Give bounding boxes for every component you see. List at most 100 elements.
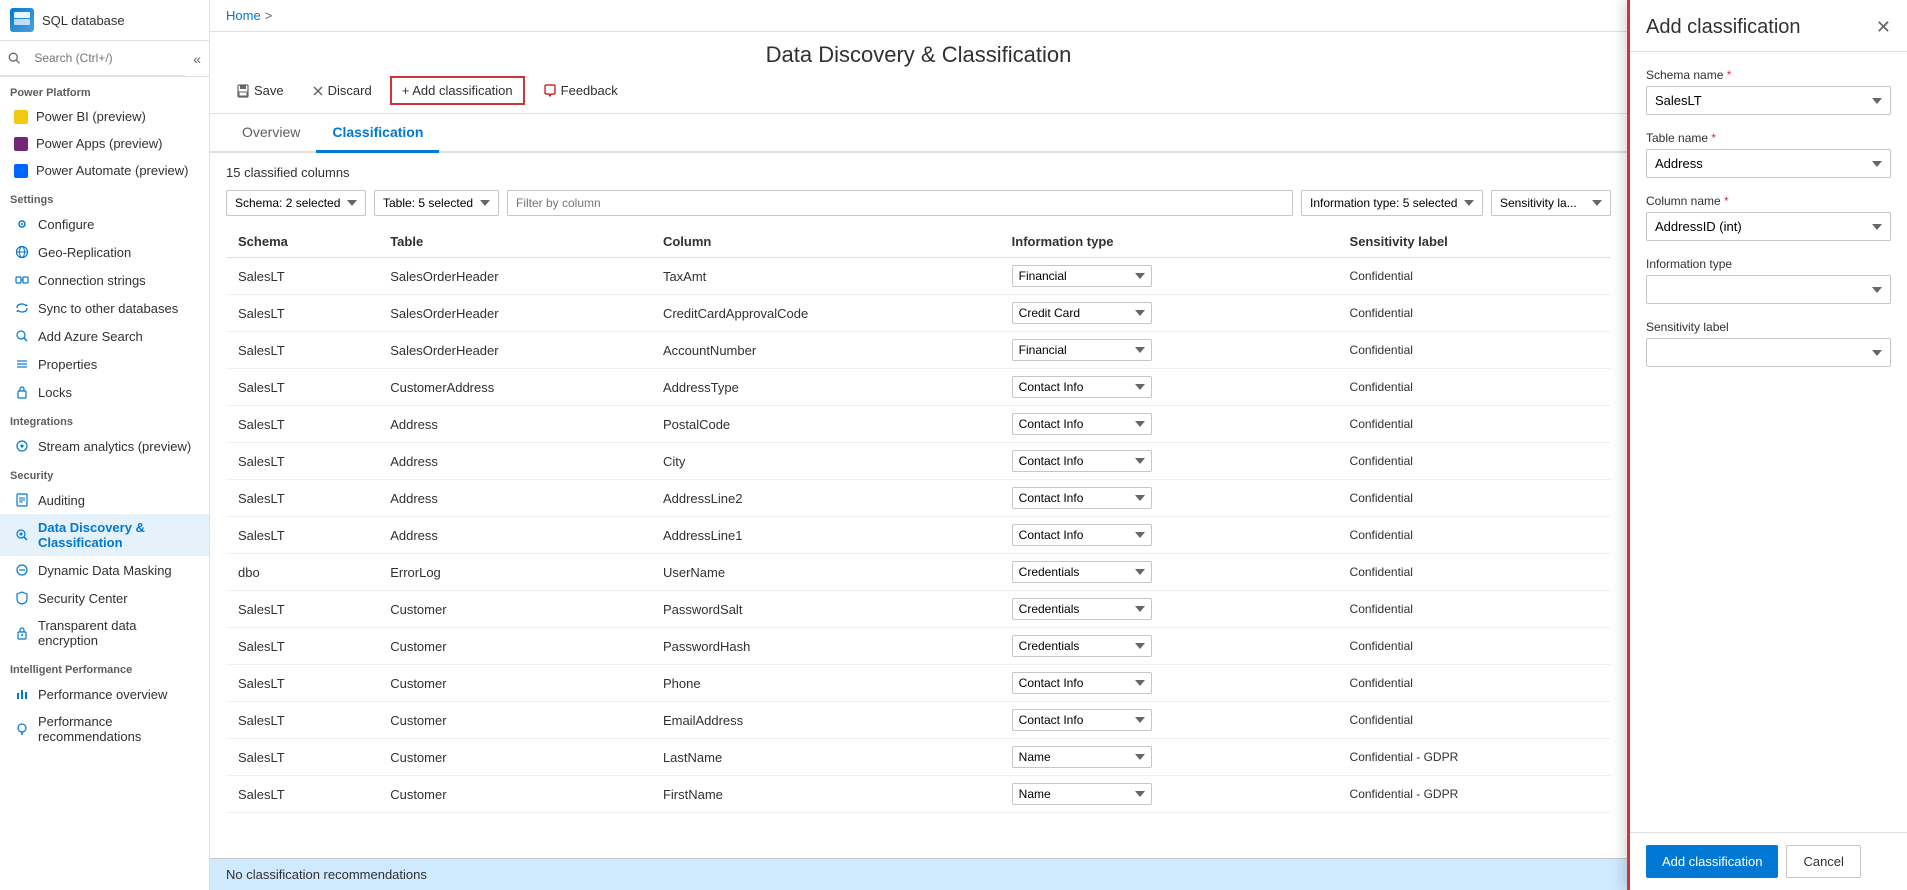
sidebar-item-power-apps[interactable]: Power Apps (preview) [0,130,209,157]
sidebar-item-power-bi[interactable]: Power BI (preview) [0,103,209,130]
save-button[interactable]: Save [226,78,294,103]
info-type-row-select[interactable]: Contact Info Financial Credit Card Conta… [1012,413,1152,435]
cell-info-type[interactable]: Contact Info Financial Credit Card Conta… [1000,443,1338,480]
sidebar-collapse-button[interactable]: « [185,45,209,73]
filters-row: Schema: 2 selected Table: 5 selected Inf… [226,190,1611,216]
info-type-select-panel[interactable]: Financial Credit Card Contact Info Crede… [1646,275,1891,304]
sensitivity-label-field: Sensitivity label [1646,320,1891,334]
section-integrations: Integrations [0,406,209,432]
cell-column: UserName [651,554,1000,591]
page-title: Data Discovery & Classification [226,42,1611,68]
connection-strings-icon [14,272,30,288]
cell-info-type[interactable]: Financial Financial Credit Card Contact … [1000,258,1338,295]
cell-sensitivity: Confidential [1338,554,1611,591]
section-power-platform: Power Platform [0,77,209,103]
sidebar-item-geo-replication[interactable]: Geo-Replication [0,238,209,266]
sidebar-item-data-discovery[interactable]: Data Discovery & Classification [0,514,209,556]
cell-info-type[interactable]: Credentials Financial Credit Card Contac… [1000,591,1338,628]
info-type-row-select[interactable]: Credentials Financial Credit Card Contac… [1012,635,1152,657]
sidebar-item-transparent-encryption[interactable]: Transparent data encryption [0,612,209,654]
breadcrumb: Home > [210,0,1627,32]
cell-table: SalesOrderHeader [378,332,651,369]
sidebar-item-connection-strings[interactable]: Connection strings [0,266,209,294]
sidebar-item-auditing[interactable]: Auditing [0,486,209,514]
info-type-filter[interactable]: Information type: 5 selected [1301,190,1483,216]
sidebar-item-performance-overview[interactable]: Performance overview [0,680,209,708]
cell-info-type[interactable]: Contact Info Financial Credit Card Conta… [1000,702,1338,739]
table-row: SalesLT Customer FirstName Name Financia… [226,776,1611,813]
panel-title: Add classification [1646,16,1801,39]
cell-column: City [651,443,1000,480]
table-filter[interactable]: Table: 5 selected [374,190,499,216]
cell-sensitivity: Confidential [1338,480,1611,517]
info-type-row-select[interactable]: Financial Financial Credit Card Contact … [1012,339,1152,361]
cell-column: EmailAddress [651,702,1000,739]
cell-info-type[interactable]: Credit Card Financial Credit Card Contac… [1000,295,1338,332]
table-row: SalesLT Address AddressLine1 Contact Inf… [226,517,1611,554]
breadcrumb-home[interactable]: Home [226,8,261,23]
info-type-row-select[interactable]: Credit Card Financial Credit Card Contac… [1012,302,1152,324]
cell-info-type[interactable]: Contact Info Financial Credit Card Conta… [1000,369,1338,406]
table-row: SalesLT Address City Contact Info Financ… [226,443,1611,480]
schema-filter[interactable]: Schema: 2 selected [226,190,366,216]
column-select[interactable]: AddressID (int) AddressLine1 AddressLine… [1646,212,1891,241]
power-automate-icon [14,164,28,178]
sidebar-item-dynamic-masking[interactable]: Dynamic Data Masking [0,556,209,584]
sidebar-item-properties[interactable]: Properties [0,350,209,378]
sidebar-item-security-center[interactable]: Security Center [0,584,209,612]
power-apps-icon [14,137,28,151]
info-type-row-select[interactable]: Contact Info Financial Credit Card Conta… [1012,709,1152,731]
info-type-row-select[interactable]: Contact Info Financial Credit Card Conta… [1012,524,1152,546]
add-classification-button[interactable]: + Add classification [390,76,525,105]
cell-info-type[interactable]: Contact Info Financial Credit Card Conta… [1000,517,1338,554]
cell-table: SalesOrderHeader [378,295,651,332]
sensitivity-select[interactable]: Confidential Confidential - GDPR Public … [1646,338,1891,367]
cell-info-type[interactable]: Contact Info Financial Credit Card Conta… [1000,480,1338,517]
cell-info-type[interactable]: Financial Financial Credit Card Contact … [1000,332,1338,369]
sidebar-item-locks[interactable]: Locks [0,378,209,406]
cell-sensitivity: Confidential [1338,406,1611,443]
sidebar-item-sync-databases[interactable]: Sync to other databases [0,294,209,322]
cell-sensitivity: Confidential [1338,369,1611,406]
discard-button[interactable]: Discard [302,78,382,103]
info-type-row-select[interactable]: Contact Info Financial Credit Card Conta… [1012,450,1152,472]
sidebar-item-power-automate[interactable]: Power Automate (preview) [0,157,209,184]
info-type-row-select[interactable]: Contact Info Financial Credit Card Conta… [1012,672,1152,694]
cell-schema: SalesLT [226,332,378,369]
schema-select[interactable]: SalesLT dbo [1646,86,1891,115]
security-center-icon [14,590,30,606]
sensitivity-filter[interactable]: Sensitivity la... [1491,190,1611,216]
search-input[interactable] [26,47,177,69]
column-filter[interactable] [507,190,1293,216]
feedback-button[interactable]: Feedback [533,78,628,103]
info-type-row-select[interactable]: Contact Info Financial Credit Card Conta… [1012,376,1152,398]
sidebar-item-azure-search[interactable]: Add Azure Search [0,322,209,350]
info-type-row-select[interactable]: Financial Financial Credit Card Contact … [1012,265,1152,287]
cell-info-type[interactable]: Contact Info Financial Credit Card Conta… [1000,406,1338,443]
cell-column: AddressLine2 [651,480,1000,517]
panel-body: Schema name * SalesLT dbo Table name * A… [1630,52,1907,832]
info-type-row-select[interactable]: Name Financial Credit Card Contact Info … [1012,783,1152,805]
panel-cancel-button[interactable]: Cancel [1786,845,1860,878]
cell-column: PasswordSalt [651,591,1000,628]
panel-close-button[interactable]: ✕ [1876,17,1891,38]
info-type-row-select[interactable]: Contact Info Financial Credit Card Conta… [1012,487,1152,509]
table-select[interactable]: Address Customer CustomerAddress SalesOr… [1646,149,1891,178]
cell-info-type[interactable]: Credentials Financial Credit Card Contac… [1000,554,1338,591]
locks-icon [14,384,30,400]
sidebar-item-configure[interactable]: Configure [0,210,209,238]
cell-sensitivity: Confidential - GDPR [1338,739,1611,776]
sidebar-item-performance-recommendations[interactable]: Performance recommendations [0,708,209,750]
cell-info-type[interactable]: Credentials Financial Credit Card Contac… [1000,628,1338,665]
info-type-row-select[interactable]: Credentials Financial Credit Card Contac… [1012,561,1152,583]
panel-add-button[interactable]: Add classification [1646,845,1778,878]
cell-info-type[interactable]: Name Financial Credit Card Contact Info … [1000,739,1338,776]
tab-overview[interactable]: Overview [226,114,316,153]
cell-sensitivity: Confidential [1338,443,1611,480]
cell-info-type[interactable]: Name Financial Credit Card Contact Info … [1000,776,1338,813]
info-type-row-select[interactable]: Name Financial Credit Card Contact Info … [1012,746,1152,768]
tab-classification[interactable]: Classification [316,114,439,153]
sidebar-item-stream-analytics[interactable]: Stream analytics (preview) [0,432,209,460]
cell-info-type[interactable]: Contact Info Financial Credit Card Conta… [1000,665,1338,702]
info-type-row-select[interactable]: Credentials Financial Credit Card Contac… [1012,598,1152,620]
